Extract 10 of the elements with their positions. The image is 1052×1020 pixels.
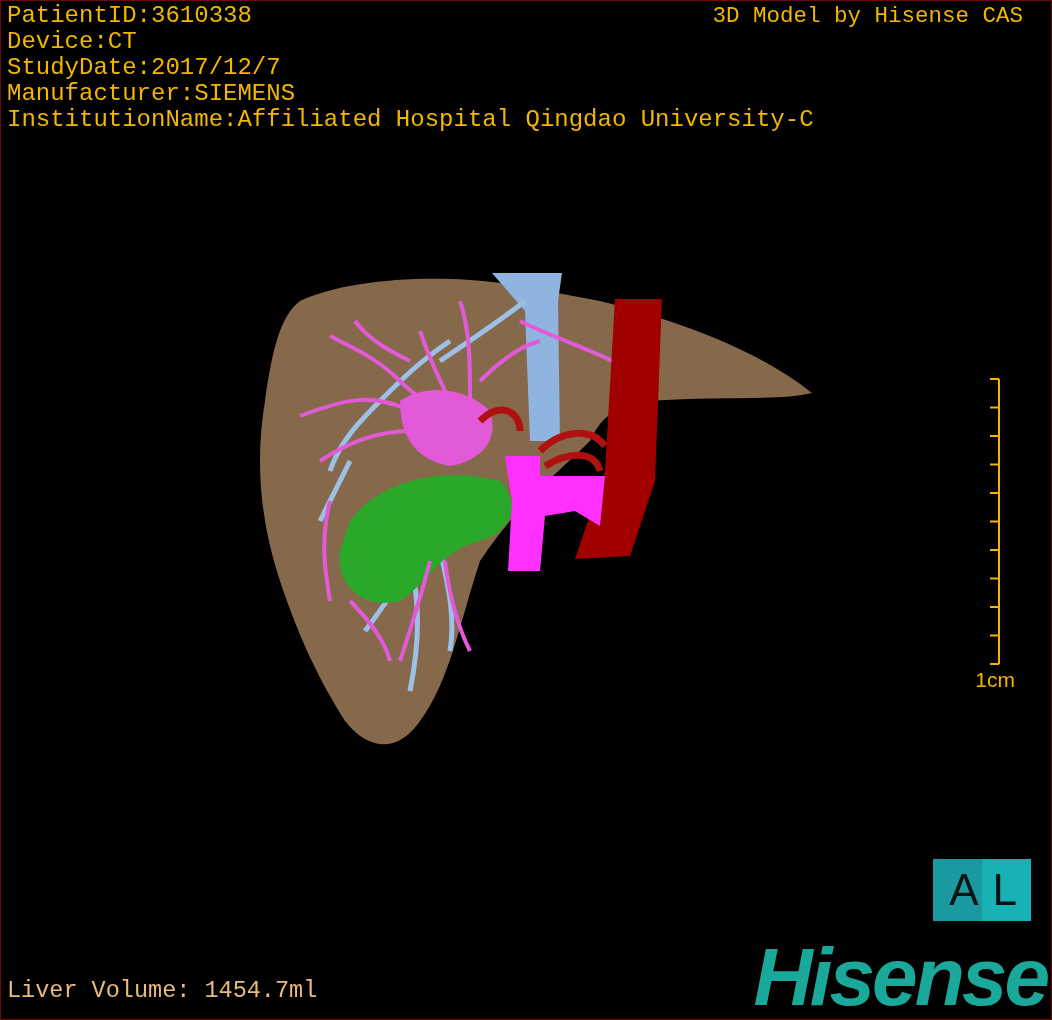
patient-info-text: InstitutionName:Affiliated Hospital Qingdao University-C <box>7 107 814 133</box>
viewer-title: 3D Model by Hisense CAS <box>712 3 1023 29</box>
liver-volume-text: Liver Volume: 1454.7ml <box>7 977 318 1005</box>
patient-info-text: Manufacturer:SIEMENS <box>7 81 296 107</box>
orientation-marker: AL <box>933 859 1031 921</box>
brand-logo: Hisense <box>753 941 1049 1013</box>
scale-label: 1cm <box>975 668 1015 692</box>
patient-info-text: Device:CT <box>7 29 137 55</box>
patient-info-text: PatientID:3610338 <box>7 3 252 29</box>
patient-info-text: StudyDate:2017/12/7 <box>7 55 281 81</box>
